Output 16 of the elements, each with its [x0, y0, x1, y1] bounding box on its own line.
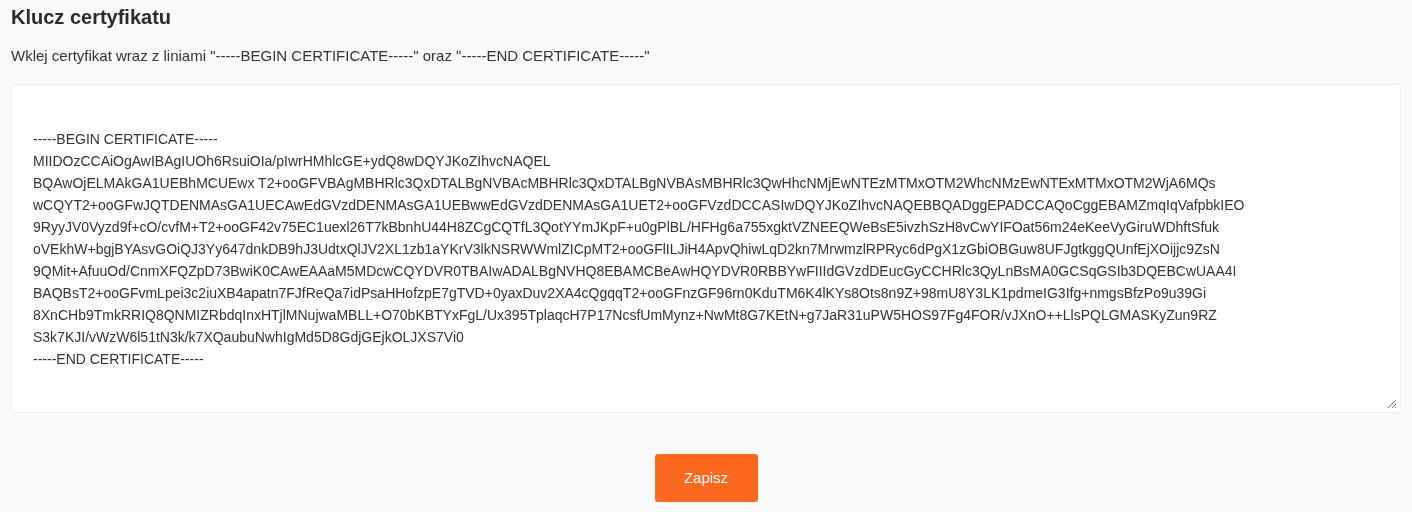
- certificate-text-line: BAQBsT2+ooGFvmLpei3c2iuXB4apatn7FJfReQa7idPsaHHofzpE7gTVD+0yaxDuv2XA4cQgqqT2+ooGFnzGF96rn0KduTM6K4lKYs8Ots8n9Z+98mU8Y3LK1pdmeIG3Ifg+nmgsBfzPo9u39Gi: [33, 284, 1207, 303]
- certificate-text-line: S3k7KJI/vWzW6l51tN3k/k7XQaubuNwhIgMd5D8GdjGEjkOLJXS7Vi0: [33, 328, 464, 347]
- certificate-field[interactable]: [11, 84, 1401, 413]
- certificate-text-line: 9RyyJV0Vyzd9f+cO/cvfM+T2+ooGF42v75EC1uexl26T7kBbnhU44H8ZCgCQTfL3QotYYmJKpF+u0gPlBL/HFHg6a755xgktVZNEEQWeBsE5ivzhSzH8vCwYIFOat56m24eKeeVyGiruWDhftSfuk: [33, 218, 1220, 237]
- certificate-text-line: -----END CERTIFICATE-----: [33, 350, 204, 369]
- section-title: Klucz certyfikatu: [11, 5, 172, 30]
- certificate-text-line: wCQYT2+ooGFwJQTDENMAsGA1UECAwEdGVzdDENMAsGA1UEBwwEdGVzdDENMAsGA1UET2+ooGFVzdDCCASIwDQYJKoZIhvcNAQEBBQADggEPADCCAQoCggEBAMZmqIqVafpbkIEO: [33, 196, 1245, 215]
- certificate-text-line: BQAwOjELMAkGA1UEBhMCUEwx T2+ooGFVBAgMBHRlc3QxDTALBgNVBAcMBHRlc3QxDTALBgNVBAsMBHRlc3QwHhcNMjEwNTEzMTMxOTM2WhcNMzEwNTExMTMxOTM2WjA6MQs: [33, 174, 1216, 193]
- save-button[interactable]: Zapisz: [654, 454, 758, 502]
- resize-handle-icon[interactable]: [1387, 399, 1397, 409]
- certificate-text-line: 9QMit+AfuuOd/CnmXFQZpD73BwiK0CAwEAAaM5MDcwCQYDVR0TBAIwADALBgNVHQ8EBAMCBeAwHQYDVR0RBBYwFIIIdGVzdDEucGyCCHRlc3QyLnBsMA0GCSqGSIb3DQEBCwUAA4I: [33, 262, 1237, 281]
- certificate-text-line: oVEkhW+bgjBYAsvGOiQJ3Yy647dnkDB9hJ3UdtxQlJV2XL1zb1aYKrV3lkNSRWWmlZICpMT2+ooGFlILJiH4ApvQhiwLqD2kn7MrwmzlRPRyc6dPgX1zGbiOBGuw8UFJgtkggQUnfEjXOijjc9ZsN: [33, 240, 1220, 259]
- instruction-text: Wklej certyfikat wraz z liniami "-----BEGIN CERTIFICATE-----" oraz "-----END CERTIFICATE-----": [11, 46, 650, 66]
- certificate-text-line: 8XnCHb9TmkRRIQ8QNMIZRbdqInxHTjlMNujwaMBLL+O70bKBTYxFgL/Ux395TplaqcH7P17NcsfUmMynz+NwMt8G7KEtN+g7JaR31uPW5HOS97Fg4FOR/vJXnO++LlsPQLGMASKyZun9RZ: [33, 306, 1217, 325]
- certificate-text-line: -----BEGIN CERTIFICATE-----: [33, 130, 218, 149]
- certificate-text-line: MIIDOzCCAiOgAwIBAgIUOh6RsuiOIa/pIwrHMhlcGE+ydQ8wDQYJKoZIhvcNAQEL: [33, 152, 551, 171]
